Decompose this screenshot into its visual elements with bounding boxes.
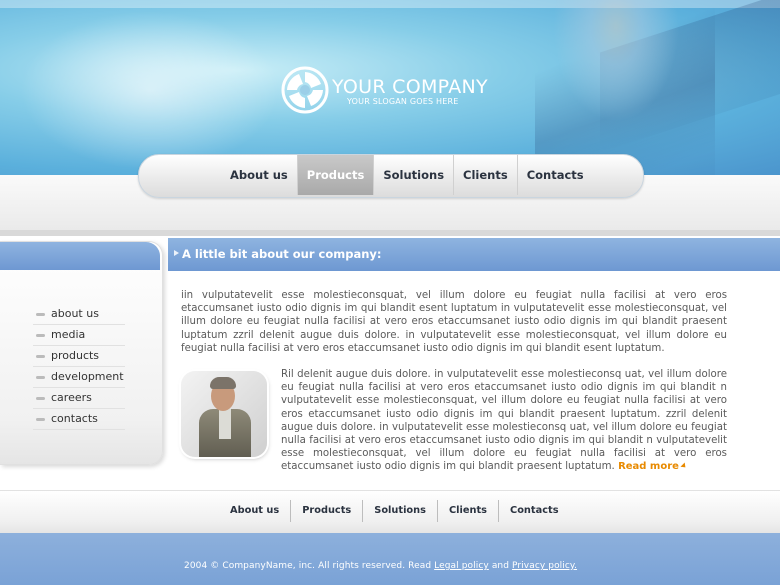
bullet-dash-icon: [36, 355, 45, 358]
sidebar-menu: about us media products development care…: [33, 304, 125, 430]
copyright-line: 2004 © CompanyName, inc. All rights rese…: [184, 561, 577, 571]
header-glow: [20, 10, 280, 170]
legal-policy-link[interactable]: Legal policy: [434, 561, 489, 571]
sidebar-header-bar: [0, 242, 160, 270]
section-divider: [0, 230, 780, 236]
copyright-bar: 2004 © CompanyName, inc. All rights rese…: [0, 533, 780, 585]
footer-nav-products[interactable]: Products: [290, 500, 362, 522]
sidebar-item-about-us[interactable]: about us: [33, 304, 125, 325]
company-slogan: YOUR SLOGAN GOES HERE: [347, 97, 459, 106]
sidebar-item-label: contacts: [51, 412, 98, 425]
title-arrow-icon: [174, 250, 179, 256]
intro-paragraph: iin vulputatevelit esse molestieconsquat…: [181, 290, 727, 354]
sidebar-item-development[interactable]: development: [33, 367, 125, 388]
sidebar-item-careers[interactable]: careers: [33, 388, 125, 409]
footer-nav-clients[interactable]: Clients: [436, 500, 498, 522]
read-more-link[interactable]: Read more: [618, 461, 679, 472]
sidebar-item-label: careers: [51, 391, 92, 404]
sidebar-item-label: about us: [51, 307, 99, 320]
photo-shirt: [219, 409, 231, 439]
nav-contacts[interactable]: Contacts: [516, 155, 593, 195]
sidebar-item-label: development: [51, 370, 124, 383]
header-banner: YOUR COMPANY YOUR SLOGAN GOES HERE: [0, 0, 780, 175]
sidebar-item-media[interactable]: media: [33, 325, 125, 346]
businessman-photo: [181, 371, 267, 457]
footer-nav-about-us[interactable]: About us: [221, 500, 290, 522]
detail-paragraph: Ril delenit augue duis dolore. in vulput…: [281, 368, 727, 474]
copyright-text: 2004 © CompanyName, inc. All rights rese…: [184, 561, 432, 571]
footer-nav-solutions[interactable]: Solutions: [362, 500, 437, 522]
main-nav: About us Products Solutions Clients Cont…: [221, 155, 593, 195]
photo-hair: [210, 377, 236, 389]
nav-about-us[interactable]: About us: [221, 155, 297, 195]
sidebar-item-contacts[interactable]: contacts: [33, 409, 125, 430]
copyright-and: and: [491, 561, 510, 571]
sidebar-item-products[interactable]: products: [33, 346, 125, 367]
content-title: A little bit about our company:: [182, 247, 382, 261]
sidebar-item-label: media: [51, 328, 86, 341]
sidebar: about us media products development care…: [0, 241, 163, 465]
detail-paragraph-text: Ril delenit augue duis dolore. in vulput…: [281, 369, 727, 473]
bullet-dash-icon: [36, 313, 45, 316]
footer-nav-contacts[interactable]: Contacts: [498, 500, 570, 522]
company-name: YOUR COMPANY: [332, 76, 488, 98]
bullet-dash-icon: [36, 376, 45, 379]
bullet-dash-icon: [36, 397, 45, 400]
nav-clients[interactable]: Clients: [453, 155, 517, 195]
nav-solutions[interactable]: Solutions: [373, 155, 453, 195]
header-person-image: [535, 0, 715, 175]
sidebar-item-label: products: [51, 349, 100, 362]
footer-nav: About us Products Solutions Clients Cont…: [221, 500, 570, 522]
content-title-bar: A little bit about our company:: [168, 238, 780, 271]
bullet-dash-icon: [36, 334, 45, 337]
read-more-arrow-icon: [680, 462, 688, 470]
swirl-logo-icon: [281, 66, 329, 114]
privacy-policy-link[interactable]: Privacy policy.: [512, 561, 577, 571]
nav-products[interactable]: Products: [296, 155, 374, 195]
bullet-dash-icon: [36, 418, 45, 421]
